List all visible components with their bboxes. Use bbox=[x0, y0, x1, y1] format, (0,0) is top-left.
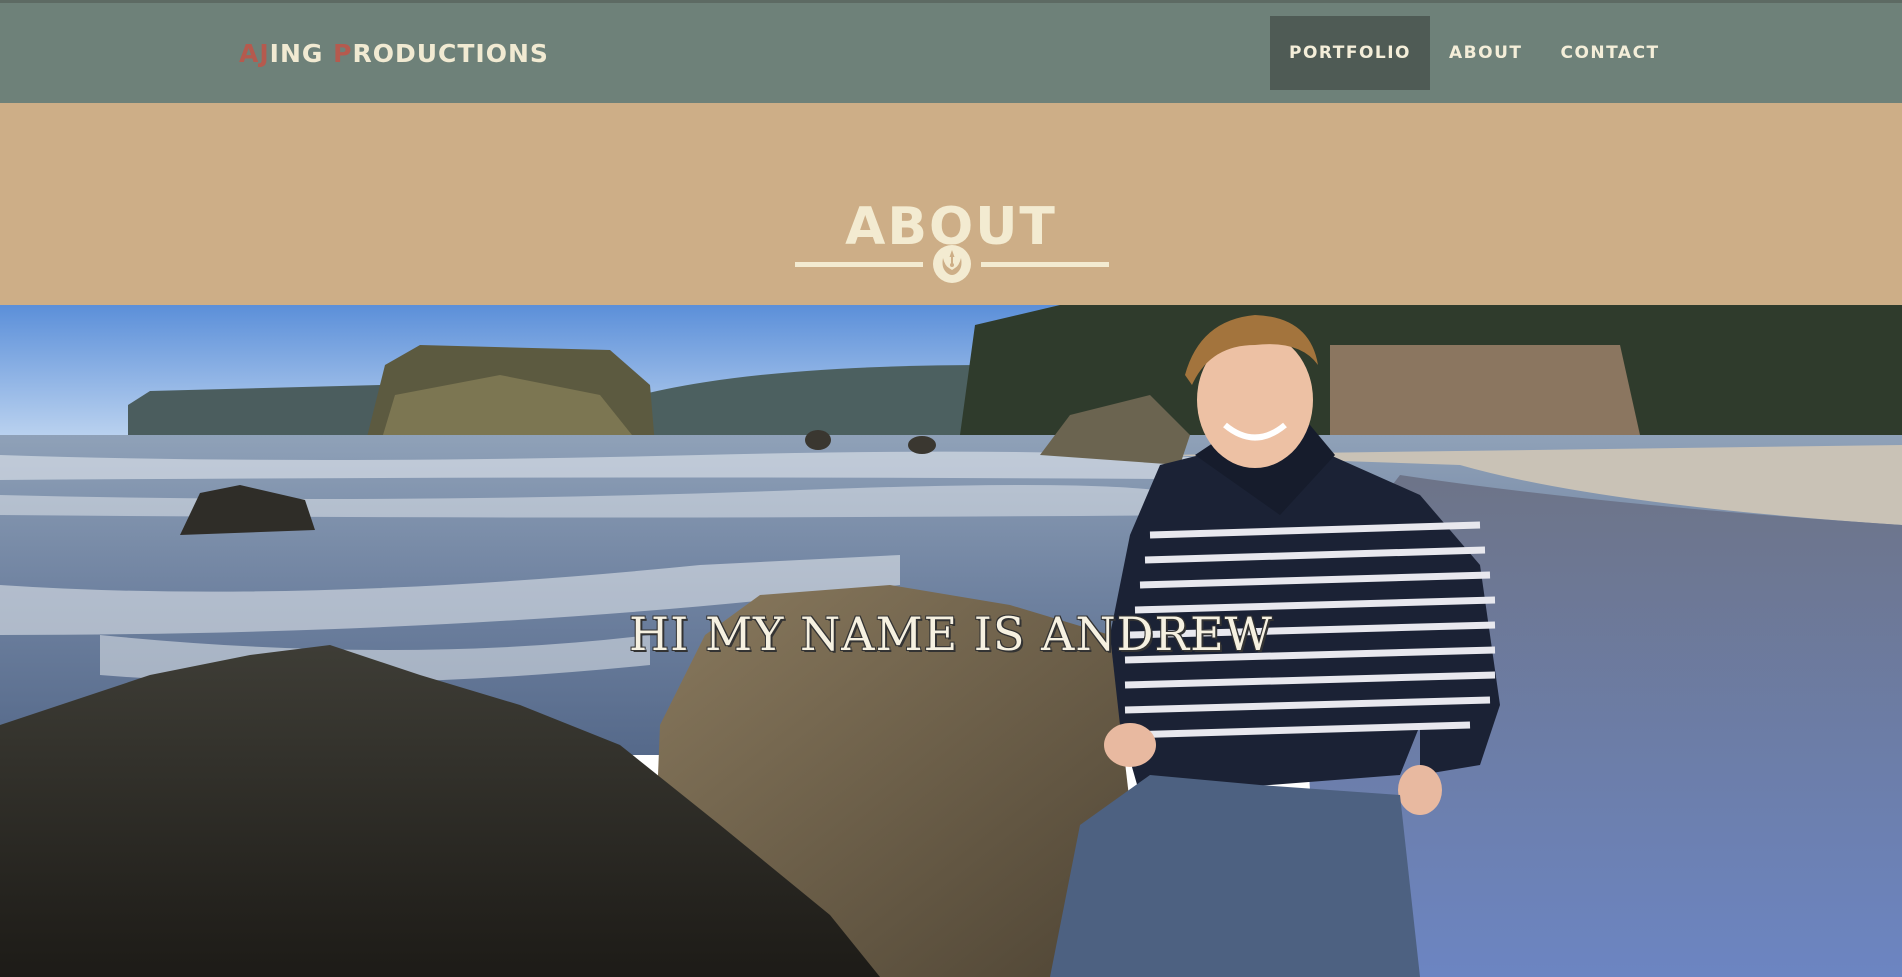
divider-line-left bbox=[795, 262, 923, 267]
navbar: AJING PRODUCTIONS PORTFOLIO ABOUT CONTAC… bbox=[0, 3, 1902, 103]
divider-line-right bbox=[981, 262, 1109, 267]
nav-contact[interactable]: CONTACT bbox=[1541, 16, 1678, 90]
nav-portfolio[interactable]: PORTFOLIO bbox=[1270, 16, 1431, 90]
brand-accent-letters: AJ bbox=[239, 39, 270, 68]
rebel-alliance-icon bbox=[933, 245, 971, 283]
brand-logo[interactable]: AJING PRODUCTIONS bbox=[239, 39, 549, 68]
hero-headline: HI MY NAME IS ANDREW bbox=[629, 607, 1273, 661]
title-divider bbox=[795, 242, 1109, 284]
hero-banner: HI MY NAME IS ANDREW bbox=[0, 305, 1902, 977]
brand-text: ING bbox=[269, 39, 334, 68]
nav-about[interactable]: ABOUT bbox=[1430, 16, 1541, 90]
brand-text-2: RODUCTIONS bbox=[352, 39, 549, 68]
about-section-header: ABOUT bbox=[0, 103, 1902, 305]
brand-accent-letter: P bbox=[333, 39, 353, 68]
main-nav: PORTFOLIO ABOUT CONTACT bbox=[1270, 16, 1679, 90]
